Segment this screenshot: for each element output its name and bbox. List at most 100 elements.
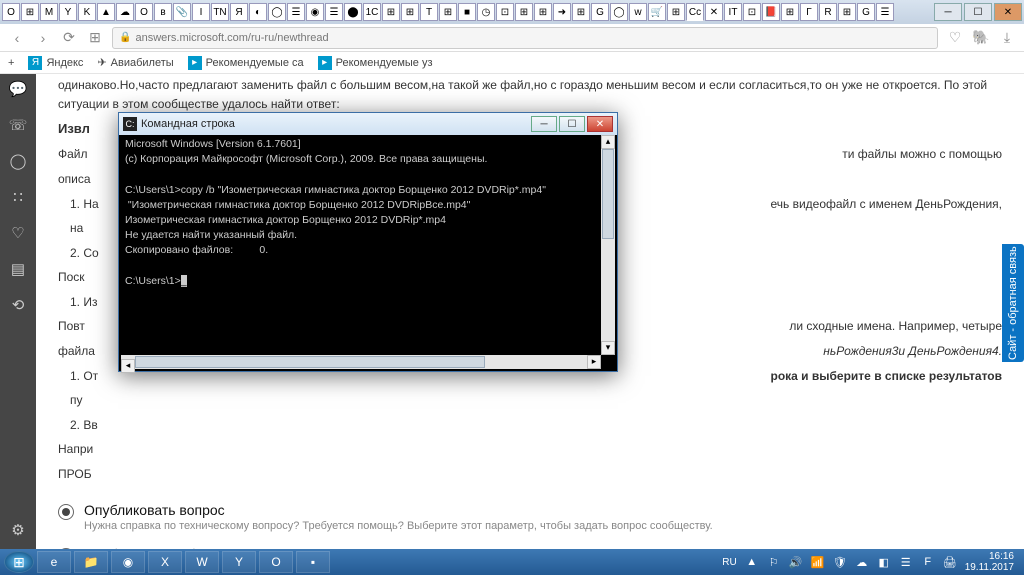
- tab-icon[interactable]: 📕: [762, 3, 780, 21]
- tray-icon[interactable]: 🖨: [943, 555, 957, 569]
- maximize-button[interactable]: ☐: [559, 116, 585, 132]
- tab-icon[interactable]: ⊞: [382, 3, 400, 21]
- clock[interactable]: 16:16 19.11.2017: [965, 551, 1014, 573]
- cmd-window[interactable]: C: Командная строка ─ ☐ ✕ Microsoft Wind…: [118, 112, 618, 372]
- tab-icon[interactable]: O: [2, 3, 20, 21]
- tab-icon[interactable]: ⬤: [344, 3, 362, 21]
- tab-icon[interactable]: G: [591, 3, 609, 21]
- tab-icon[interactable]: O: [135, 3, 153, 21]
- tab-icon[interactable]: ⊡: [496, 3, 514, 21]
- taskbar-app-chrome[interactable]: ◉: [111, 551, 145, 573]
- taskbar-app-explorer[interactable]: 📁: [74, 551, 108, 573]
- bookmark-icon[interactable]: ♡: [946, 29, 964, 47]
- tab-icon[interactable]: T: [420, 3, 438, 21]
- tab-icon[interactable]: ☁: [116, 3, 134, 21]
- tab-icon[interactable]: R: [819, 3, 837, 21]
- history-icon[interactable]: ⟲: [12, 296, 25, 314]
- cmd-titlebar[interactable]: C: Командная строка ─ ☐ ✕: [119, 113, 617, 135]
- tray-icon[interactable]: 🔊: [789, 555, 803, 569]
- tab-icon[interactable]: ⊞: [838, 3, 856, 21]
- tray-icon[interactable]: ☰: [899, 555, 913, 569]
- reload-button[interactable]: ⟳: [60, 29, 78, 47]
- tray-icon[interactable]: ☁: [855, 555, 869, 569]
- tab-icon[interactable]: ⊞: [534, 3, 552, 21]
- tab-active[interactable]: Сс: [686, 3, 704, 21]
- camera-icon[interactable]: ◯: [10, 152, 27, 170]
- tab-icon[interactable]: в: [154, 3, 172, 21]
- address-bar[interactable]: 🔒 answers.microsoft.com/ru-ru/newthread: [112, 27, 938, 49]
- speed-dial-button[interactable]: ⊞: [86, 29, 104, 47]
- tab-icon[interactable]: ➜: [553, 3, 571, 21]
- new-tab-button[interactable]: +: [8, 57, 14, 69]
- bookmark-item[interactable]: ▸Рекомендуемые уз: [318, 56, 433, 70]
- news-icon[interactable]: ▤: [11, 260, 25, 278]
- tab-icon[interactable]: ◯: [268, 3, 286, 21]
- start-button[interactable]: ⊞: [4, 551, 34, 573]
- tab-icon[interactable]: ⊞: [21, 3, 39, 21]
- tab-icon[interactable]: ☰: [876, 3, 894, 21]
- settings-icon[interactable]: ⚙: [11, 521, 24, 539]
- scroll-down-icon[interactable]: ▾: [601, 341, 615, 355]
- bookmark-item[interactable]: ✈Авиабилеты: [97, 56, 173, 69]
- tab-icon[interactable]: 🛒: [648, 3, 666, 21]
- radio-option-question[interactable]: Опубликовать вопрос Нужна справка по тех…: [58, 502, 1002, 532]
- tab-icon[interactable]: ■: [458, 3, 476, 21]
- tab-icon[interactable]: ◉: [306, 3, 324, 21]
- taskbar-app-word[interactable]: W: [185, 551, 219, 573]
- tab-icon[interactable]: ⊞: [401, 3, 419, 21]
- tab-icon[interactable]: ⊞: [781, 3, 799, 21]
- tab-icon[interactable]: ⊞: [439, 3, 457, 21]
- tab-icon[interactable]: K: [78, 3, 96, 21]
- taskbar-app-yandex[interactable]: Y: [222, 551, 256, 573]
- language-indicator[interactable]: RU: [722, 557, 736, 568]
- tab-icon[interactable]: 📎: [173, 3, 191, 21]
- tab-icon[interactable]: Y: [59, 3, 77, 21]
- radio-button[interactable]: [58, 504, 74, 520]
- scroll-thumb[interactable]: [602, 149, 614, 239]
- minimize-button[interactable]: ─: [934, 3, 962, 21]
- heart-icon[interactable]: ♡: [11, 224, 24, 242]
- tab-close-icon[interactable]: ✕: [705, 3, 723, 21]
- tray-icon[interactable]: 🛡: [833, 555, 847, 569]
- tab-icon[interactable]: G: [857, 3, 875, 21]
- tab-icon[interactable]: M: [40, 3, 58, 21]
- download-icon[interactable]: ⤓: [998, 29, 1016, 47]
- messenger-icon[interactable]: 💬: [9, 80, 28, 98]
- tab-icon[interactable]: ⊞: [572, 3, 590, 21]
- forward-button[interactable]: ›: [34, 29, 52, 47]
- tab-icon[interactable]: w: [629, 3, 647, 21]
- close-button[interactable]: ✕: [587, 116, 613, 132]
- bookmark-item[interactable]: ▸Рекомендуемые са: [188, 56, 304, 70]
- tab-icon[interactable]: ⊞: [667, 3, 685, 21]
- tab-icon[interactable]: ▲: [97, 3, 115, 21]
- scroll-right-icon[interactable]: ▸: [587, 355, 601, 369]
- taskbar-app-cmd[interactable]: ▪: [296, 551, 330, 573]
- tab-icon[interactable]: 1С: [363, 3, 381, 21]
- tab-icon[interactable]: Г: [800, 3, 818, 21]
- tab-icon[interactable]: TN: [211, 3, 229, 21]
- scrollbar-vertical[interactable]: ▴ ▾: [601, 135, 615, 355]
- taskbar-app-opera[interactable]: O: [259, 551, 293, 573]
- scrollbar-horizontal[interactable]: ◂ ▸: [121, 355, 601, 369]
- feedback-tab[interactable]: Сайт - обратная связь: [1002, 244, 1024, 362]
- scroll-left-icon[interactable]: ◂: [121, 359, 135, 373]
- back-button[interactable]: ‹: [8, 29, 26, 47]
- tab-icon[interactable]: ◯: [610, 3, 628, 21]
- tab-icon[interactable]: I: [192, 3, 210, 21]
- whatsapp-icon[interactable]: ☏: [9, 116, 28, 134]
- tray-icon[interactable]: ⚐: [767, 555, 781, 569]
- tab-icon[interactable]: ☰: [287, 3, 305, 21]
- taskbar-app-excel[interactable]: X: [148, 551, 182, 573]
- grid-icon[interactable]: ∷: [13, 188, 23, 206]
- taskbar-app-ie[interactable]: e: [37, 551, 71, 573]
- bookmark-item[interactable]: ЯЯндекс: [28, 56, 83, 70]
- tray-icon[interactable]: F: [921, 555, 935, 569]
- close-button[interactable]: ✕: [994, 3, 1022, 21]
- scroll-thumb[interactable]: [135, 356, 485, 368]
- tab-icon[interactable]: ⊞: [515, 3, 533, 21]
- extension-icon[interactable]: 🐘: [972, 29, 990, 47]
- tab-icon[interactable]: Я: [230, 3, 248, 21]
- tray-icon[interactable]: ▲: [745, 555, 759, 569]
- maximize-button[interactable]: ☐: [964, 3, 992, 21]
- tab-icon[interactable]: ◐: [249, 3, 267, 21]
